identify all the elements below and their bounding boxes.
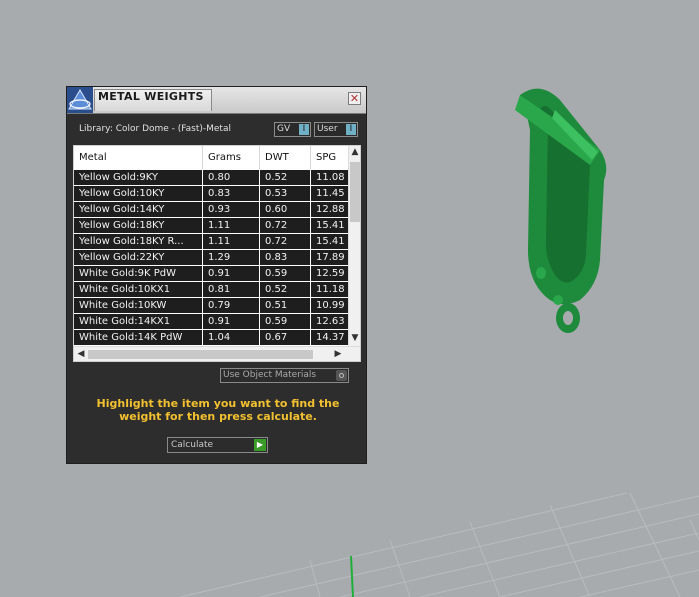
spg-cell: 10.99 [311,298,351,313]
metal-cell: White Gold:10KW [74,298,203,313]
table-header: Metal Grams DWT SPG [74,146,351,169]
grams-cell: 0.93 [203,202,260,217]
metal-cell: Yellow Gold:9KY [74,170,203,185]
user-toggle-knob: I [346,124,356,135]
vertical-scroll-thumb[interactable] [350,162,360,222]
table-row[interactable]: White Gold:10KW 0.79 0.51 10.99 [74,297,351,313]
spg-cell: 12.88 [311,202,351,217]
table-row[interactable]: Yellow Gold:18KY 1.11 0.72 15.41 [74,217,351,233]
spg-cell: 15.41 [311,234,351,249]
table-rows: Yellow Gold:9KY 0.80 0.52 11.08 Yellow Gold:… [74,169,351,345]
scroll-up-icon[interactable]: ▲ [349,146,360,158]
spg-cell: 11.45 [311,186,351,201]
gv-toggle-label: GV [277,124,291,134]
table-row[interactable]: White Gold:10KX1 0.81 0.52 11.18 [74,281,351,297]
dwt-cell: 0.67 [260,330,311,345]
column-header-grams[interactable]: Grams [203,146,260,169]
horizontal-scrollbar[interactable]: ◀ ▶ [74,346,360,361]
metal-cell: White Gold:9K PdW [74,266,203,281]
grams-cell: 1.04 [203,330,260,345]
metal-cell: Yellow Gold:18KY [74,218,203,233]
user-toggle-label: User [317,124,338,134]
dwt-cell: 0.72 [260,218,311,233]
z-axis-line [350,555,354,597]
grams-cell: 1.29 [203,250,260,265]
ground-grid [179,492,699,597]
metal-cell: White Gold:14K PdW [74,330,203,345]
use-object-materials-checkbox[interactable]: Use Object Materials [220,368,349,383]
dwt-cell: 0.53 [260,186,311,201]
library-label: Library: Color Dome - (Fast)-Metal [79,124,231,134]
table-row[interactable]: White Gold:9K PdW 0.91 0.59 12.59 [74,265,351,281]
grams-cell: 0.91 [203,314,260,329]
spg-cell: 15.41 [311,218,351,233]
pyramid-logo-icon [67,87,93,113]
scroll-right-icon[interactable]: ▶ [332,348,344,360]
column-header-metal[interactable]: Metal [74,146,203,169]
grams-cell: 0.91 [203,266,260,281]
dwt-cell: 0.72 [260,234,311,249]
table-row[interactable]: Yellow Gold:9KY 0.80 0.52 11.08 [74,169,351,185]
dwt-cell: 0.52 [260,282,311,297]
metal-cell: White Gold:10KX1 [74,282,203,297]
scroll-down-icon[interactable]: ▼ [349,332,360,344]
table-row[interactable]: Yellow Gold:14KY 0.93 0.60 12.88 [74,201,351,217]
table-row[interactable]: Yellow Gold:10KY 0.83 0.53 11.45 [74,185,351,201]
table-row[interactable]: White Gold:14K PdW 1.04 0.67 14.37 [74,329,351,345]
metal-table[interactable]: Metal Grams DWT SPG Yellow Gold:9KY 0.80 0… [73,145,361,362]
horizontal-scroll-thumb[interactable] [88,350,313,359]
spg-cell: 11.08 [311,170,351,185]
spg-cell: 12.59 [311,266,351,281]
grams-cell: 0.83 [203,186,260,201]
dwt-cell: 0.60 [260,202,311,217]
metal-cell: Yellow Gold:18KY R... [74,234,203,249]
play-icon: ▶ [254,439,266,451]
metal-cell: Yellow Gold:22KY [74,250,203,265]
dwt-cell: 0.59 [260,314,311,329]
column-header-dwt[interactable]: DWT [260,146,311,169]
gv-toggle[interactable]: GV I [274,122,311,137]
table-row[interactable]: Yellow Gold:22KY 1.29 0.83 17.89 [74,249,351,265]
gv-toggle-knob: I [299,124,309,135]
spg-cell: 12.63 [311,314,351,329]
calculate-button[interactable]: Calculate ▶ [167,437,268,453]
metal-weights-panel: METAL WEIGHTS ✕ Library: Color Dome - (F… [66,86,367,464]
dwt-cell: 0.59 [260,266,311,281]
ring-model[interactable] [515,88,607,333]
panel-titlebar[interactable]: METAL WEIGHTS ✕ [67,87,366,114]
scroll-left-icon[interactable]: ◀ [75,348,87,360]
table-row[interactable]: White Gold:14KX1 0.91 0.59 12.63 [74,313,351,329]
column-header-spg[interactable]: SPG [311,146,351,169]
use-object-materials-label: Use Object Materials [223,370,317,380]
spg-cell: 11.18 [311,282,351,297]
vertical-scrollbar[interactable]: ▲ ▼ [348,146,360,346]
table-row[interactable]: Yellow Gold:18KY R... 1.11 0.72 15.41 [74,233,351,249]
close-icon: ✕ [349,92,360,105]
user-toggle[interactable]: User I [314,122,358,137]
metal-cell: White Gold:14KX1 [74,314,203,329]
panel-title: METAL WEIGHTS [94,89,212,111]
grams-cell: 1.11 [203,218,260,233]
dwt-cell: 0.51 [260,298,311,313]
hint-text: Highlight the item you want to find the … [96,397,340,423]
grams-cell: 1.11 [203,234,260,249]
spg-cell: 14.37 [311,330,351,345]
metal-cell: Yellow Gold:10KY [74,186,203,201]
metal-cell: Yellow Gold:14KY [74,202,203,217]
grams-cell: 0.80 [203,170,260,185]
grams-cell: 0.79 [203,298,260,313]
dwt-cell: 0.83 [260,250,311,265]
calculate-label: Calculate [171,440,214,450]
dwt-cell: 0.52 [260,170,311,185]
spg-cell: 17.89 [311,250,351,265]
radio-icon [336,370,347,381]
grams-cell: 0.81 [203,282,260,297]
close-button[interactable]: ✕ [348,92,361,105]
